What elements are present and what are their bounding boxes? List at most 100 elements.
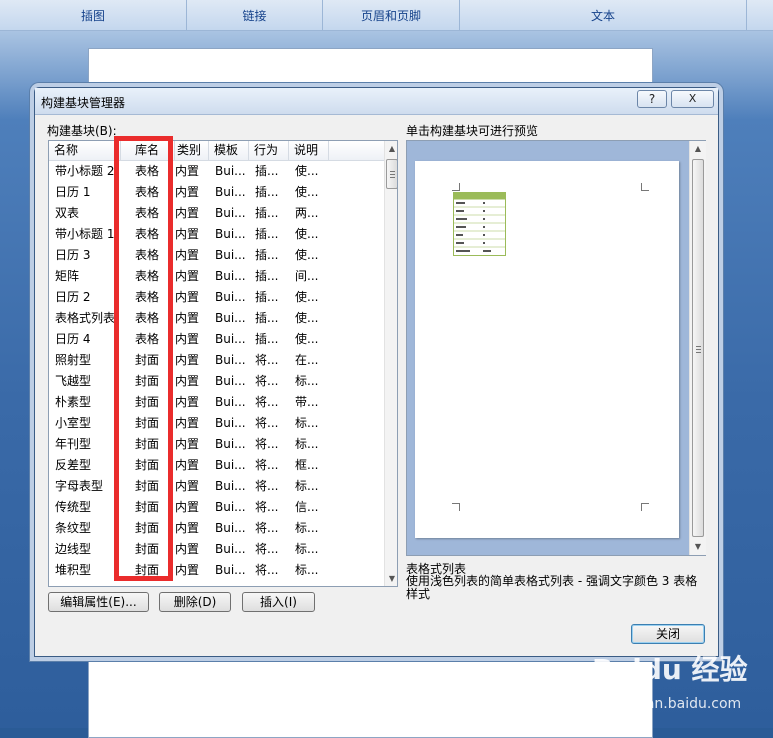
help-button[interactable]: ? (637, 90, 667, 108)
table-row[interactable]: 朴素型 封面 内置 Bui... 将... 带... (49, 392, 385, 413)
preview-scroll-up-icon[interactable]: ▲ (690, 141, 706, 157)
cell-name: 堆积型 (55, 563, 92, 577)
table-row[interactable]: 堆积型 封面 内置 Bui... 将... 标... (49, 560, 385, 581)
ribbon-group-text[interactable]: 文本 (460, 0, 747, 30)
ribbon-group-illustrations[interactable]: 插图 (0, 0, 187, 30)
cell-behavior: 将... (255, 437, 279, 451)
column-header-name[interactable]: 名称 (49, 141, 121, 160)
cell-behavior: 将... (255, 374, 279, 388)
grip-line (696, 346, 701, 347)
table-row[interactable]: 日历 2 表格 内置 Bui... 插... 使... (49, 287, 385, 308)
insert-button[interactable]: 插入(I) (242, 592, 315, 612)
cell-template: Bui... (215, 269, 246, 283)
cell-behavior: 将... (255, 542, 279, 556)
table-row[interactable]: 反差型 封面 内置 Bui... 将... 框... (49, 455, 385, 476)
ribbon-group-links[interactable]: 链接 (187, 0, 323, 30)
scroll-down-arrow-icon[interactable]: ▼ (385, 571, 397, 586)
cell-behavior: 插... (255, 269, 279, 283)
column-header-description[interactable]: 说明 (289, 141, 329, 160)
cell-gallery: 封面 (135, 563, 160, 577)
cell-template: Bui... (215, 521, 246, 535)
preview-scroll-down-icon[interactable]: ▼ (690, 539, 706, 555)
cell-category: 内置 (175, 227, 200, 241)
cell-behavior: 插... (255, 227, 279, 241)
table-row[interactable]: 传统型 封面 内置 Bui... 将... 信... (49, 497, 385, 518)
delete-button[interactable]: 删除(D) (159, 592, 231, 612)
preview-label: 单击构建基块可进行预览 (406, 124, 539, 138)
cell-category: 内置 (175, 311, 200, 325)
table-row[interactable]: 带小标题 2 表格 内置 Bui... 插... 使... (49, 161, 385, 182)
cell-name: 反差型 (55, 458, 92, 472)
cell-name: 双表 (55, 206, 80, 220)
cell-name: 表格式列表 (55, 311, 116, 325)
dialog-titlebar: 构建基块管理器 ? X (35, 88, 718, 115)
cell-behavior: 插... (255, 290, 279, 304)
cell-name: 日历 1 (55, 185, 91, 199)
ribbon-bar: 插图 链接 页眉和页脚 文本 (0, 0, 773, 31)
cell-gallery: 封面 (135, 521, 160, 535)
cell-category: 内置 (175, 521, 200, 535)
table-row[interactable]: 双表 表格 内置 Bui... 插... 两... (49, 203, 385, 224)
table-row[interactable]: 字母表型 封面 内置 Bui... 将... 标... (49, 476, 385, 497)
cell-name: 字母表型 (55, 479, 104, 493)
table-row[interactable]: 日历 1 表格 内置 Bui... 插... 使... (49, 182, 385, 203)
cell-gallery: 封面 (135, 500, 160, 514)
cell-description: 使... (295, 227, 319, 241)
cell-template: Bui... (215, 311, 246, 325)
cell-description: 标... (295, 542, 319, 556)
cell-category: 内置 (175, 458, 200, 472)
grip-line (390, 171, 395, 172)
table-row[interactable]: 边线型 封面 内置 Bui... 将... 标... (49, 539, 385, 560)
table-row[interactable]: 带小标题 1 表格 内置 Bui... 插... 使... (49, 224, 385, 245)
cell-template: Bui... (215, 206, 246, 220)
cell-behavior: 将... (255, 479, 279, 493)
column-header-category[interactable]: 类别 (175, 141, 209, 160)
list-scrollbar[interactable]: ▲ ▼ (384, 141, 397, 586)
table-row[interactable]: 日历 4 表格 内置 Bui... 插... 使... (49, 329, 385, 350)
column-header-behavior[interactable]: 行为 (249, 141, 289, 160)
cell-behavior: 将... (255, 521, 279, 535)
cell-name: 条纹型 (55, 521, 92, 535)
table-row[interactable]: 条纹型 封面 内置 Bui... 将... 标... (49, 518, 385, 539)
cell-description: 使... (295, 332, 319, 346)
column-header-template[interactable]: 模板 (209, 141, 249, 160)
preview-scroll-thumb[interactable] (692, 159, 704, 537)
building-blocks-list[interactable]: 名称 库名 类别 模板 行为 说明 带小标题 2 表格 内置 Bui... 插... 使.… (48, 140, 398, 587)
ribbon-group-header-footer[interactable]: 页眉和页脚 (323, 0, 460, 30)
cell-template: Bui... (215, 500, 246, 514)
cell-behavior: 插... (255, 185, 279, 199)
table-row[interactable]: 表格式列表 表格 内置 Bui... 插... 使... (49, 308, 385, 329)
cell-category: 内置 (175, 353, 200, 367)
preview-scrollbar[interactable]: ▲ ▼ (689, 141, 706, 555)
cell-gallery: 封面 (135, 395, 160, 409)
table-row[interactable]: 年刊型 封面 内置 Bui... 将... 标... (49, 434, 385, 455)
table-row[interactable]: 小室型 封面 内置 Bui... 将... 标... (49, 413, 385, 434)
edit-properties-button[interactable]: 编辑属性(E)... (48, 592, 149, 612)
close-icon: X (688, 92, 697, 105)
scroll-thumb[interactable] (386, 159, 397, 189)
table-row[interactable]: 照射型 封面 内置 Bui... 将... 在... (49, 350, 385, 371)
cell-category: 内置 (175, 269, 200, 283)
crop-mark (452, 183, 460, 191)
document-page-lower (88, 656, 653, 738)
cell-behavior: 插... (255, 332, 279, 346)
list-label: 构建基块(B): (47, 124, 117, 138)
cell-description: 带... (295, 395, 319, 409)
cell-template: Bui... (215, 248, 246, 262)
scroll-up-arrow-icon[interactable]: ▲ (385, 141, 397, 157)
cell-template: Bui... (215, 164, 246, 178)
cell-category: 内置 (175, 164, 200, 178)
close-button[interactable]: 关闭 (631, 624, 705, 644)
cell-description: 使... (295, 164, 319, 178)
cell-gallery: 封面 (135, 479, 160, 493)
column-header-gallery[interactable]: 库名 (121, 141, 175, 160)
cell-behavior: 将... (255, 500, 279, 514)
cell-gallery: 表格 (135, 332, 160, 346)
table-row[interactable]: 矩阵 表格 内置 Bui... 插... 间... (49, 266, 385, 287)
cell-behavior: 将... (255, 563, 279, 577)
cell-template: Bui... (215, 332, 246, 346)
table-row[interactable]: 飞越型 封面 内置 Bui... 将... 标... (49, 371, 385, 392)
table-row[interactable]: 日历 3 表格 内置 Bui... 插... 使... (49, 245, 385, 266)
close-window-button[interactable]: X (671, 90, 714, 108)
cell-gallery: 表格 (135, 227, 160, 241)
